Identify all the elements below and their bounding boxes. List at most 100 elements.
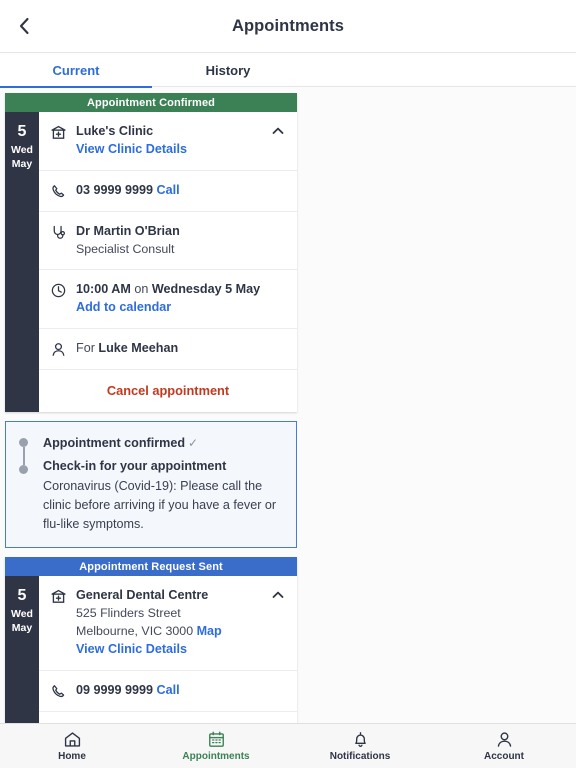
tab-bar: Current History [0,53,576,88]
person-icon [495,731,514,749]
phone-number-wrap: 03 9999 9999 Call [76,182,285,199]
map-link[interactable]: Map [197,624,222,638]
nav-item-home[interactable]: Home [0,724,144,768]
clinic-address-line1: 525 Flinders Street [76,606,181,620]
top-header-bar: Appointments [0,0,576,53]
appointment-rows: Luke's Clinic View Clinic Details 03 999… [39,112,297,412]
stethoscope-icon [50,223,76,241]
view-clinic-details-link-2[interactable]: View Clinic Details [76,640,187,659]
appointment-rows-2: General Dental Centre 525 Flinders Stree… [39,576,297,723]
phone-number-2: 09 9999 9999 [76,683,154,697]
tab-current-label: Current [52,62,100,78]
practitioner-name: Dr Martin O'Brian [76,224,180,238]
nav-item-notifications[interactable]: Notifications [288,724,432,768]
patient-text: For Luke Meehan [76,340,285,357]
chevron-left-icon [18,17,30,35]
phone-row-2[interactable]: 09 9999 9999 Call [39,671,297,712]
phone-info: 03 9999 9999 Call [76,182,285,199]
call-link-2[interactable]: Call [157,683,180,697]
date-rail-2: 5 Wed May [5,576,39,723]
clock-icon [50,281,76,299]
cancel-appointment-link[interactable]: Cancel appointment [107,383,229,398]
date-dayofweek: Wed [11,144,33,156]
date-day: 5 [17,123,27,140]
date-rail: 5 Wed May [5,112,39,412]
chevron-up-icon[interactable] [271,588,285,602]
page-title: Appointments [231,16,345,35]
practitioner-info: Dr Martin O'Brian Specialist Consult [76,223,285,258]
back-button[interactable] [0,0,48,53]
nav-item-appointments[interactable]: Appointments [144,724,288,768]
phone-row[interactable]: 03 9999 9999 Call [39,171,297,212]
info-items: Appointment confirmed ✓ Check-in for your… [43,434,283,534]
bell-icon [351,731,370,749]
appointment-card-body: 5 Wed May Luke's Clinic View Clinic Deta… [5,112,297,412]
time-joiner: on [134,282,149,296]
time-info: 10:00 AM on Wednesday 5 May Add to calen… [76,281,285,317]
patient-info: For Luke Meehan [76,340,285,357]
info-step-checkin-label: Check-in for your appointment [43,459,227,473]
practitioner-type: Specialist Consult [76,242,175,256]
timeline-connector [22,447,25,465]
check-icon: ✓ [188,436,199,450]
view-clinic-details-link[interactable]: View Clinic Details [76,140,187,159]
add-to-calendar-link[interactable]: Add to calendar [76,298,171,317]
practitioner-row[interactable]: Dr Martin O'Brian Specialist Consult [39,212,297,270]
nav-label-account: Account [484,750,524,762]
timeline-dot-1 [19,438,28,447]
cancel-row[interactable]: Cancel appointment [39,370,297,412]
appointment-card-confirmed[interactable]: Appointment Confirmed 5 Wed May Luke's C… [5,93,297,412]
status-badge-confirmed: Appointment Confirmed [5,93,297,112]
calendar-icon [207,731,226,749]
status-timeline [19,438,29,474]
info-step-checkin-body: Coronavirus (Covid-19): Please call the … [43,479,277,531]
clinic-building-icon [50,123,76,141]
phone-number: 03 9999 9999 [76,183,154,197]
nav-label-home: Home [58,750,86,762]
clinic-building-icon [50,587,76,605]
timeline-dot-2 [19,465,28,474]
call-link[interactable]: Call [157,183,180,197]
patient-name: Luke Meehan [98,341,179,355]
clinic-name-2: General Dental Centre [76,588,209,602]
clinic-row-2[interactable]: General Dental Centre 525 Flinders Stree… [39,576,297,671]
nav-label-notifications: Notifications [329,750,391,762]
appointments-column: Appointment Confirmed 5 Wed May Luke's C… [5,93,297,723]
date-month: May [11,158,33,170]
patient-prefix: For [76,341,95,355]
appointments-list[interactable]: Appointment Confirmed 5 Wed May Luke's C… [0,88,576,723]
person-icon [50,340,76,358]
time-text: 10:00 AM on Wednesday 5 May [76,281,285,298]
clinic-info: Luke's Clinic View Clinic Details [76,123,285,159]
practitioner-row-2[interactable]: Dr David Dentist [39,712,297,723]
time-date: Wednesday 5 May [151,282,261,296]
phone-info-2: 09 9999 9999 Call [76,682,285,699]
nav-item-account[interactable]: Account [432,724,576,768]
appointments-screen: Appointments Current History Appointment… [0,0,576,768]
phone-icon [50,682,76,700]
status-badge-requested: Appointment Request Sent [5,557,297,576]
info-step-confirmed-label: Appointment confirmed [43,436,186,450]
appointment-card-requested[interactable]: Appointment Request Sent 5 Wed May Gener… [5,557,297,723]
checkin-info-box: Appointment confirmed ✓ Check-in for your… [5,421,297,548]
info-step-confirmed: Appointment confirmed ✓ [43,434,283,453]
date-dayofweek-2: Wed [11,608,33,620]
clinic-address-line2-wrap: Melbourne, VIC 3000 Map [76,622,285,640]
chevron-up-icon[interactable] [271,124,285,138]
appointment-card-body-2: 5 Wed May General Dental Centre 525 Flin… [5,576,297,723]
nav-label-appointments: Appointments [182,750,250,762]
tab-history-label: History [205,62,251,78]
time-value: 10:00 AM [76,282,131,296]
tab-current[interactable]: Current [0,53,152,88]
tab-history[interactable]: History [152,53,304,87]
phone-number-wrap-2: 09 9999 9999 Call [76,682,285,699]
phone-icon [50,182,76,200]
bottom-navigation: Home Appointments Notifications Account [0,723,576,768]
clinic-address-line2: Melbourne, VIC 3000 [76,624,194,638]
time-row[interactable]: 10:00 AM on Wednesday 5 May Add to calen… [39,270,297,329]
date-day-2: 5 [17,587,27,604]
clinic-row[interactable]: Luke's Clinic View Clinic Details [39,112,297,171]
patient-row[interactable]: For Luke Meehan [39,329,297,370]
home-icon [63,731,82,749]
clinic-info-2: General Dental Centre 525 Flinders Stree… [76,587,285,659]
